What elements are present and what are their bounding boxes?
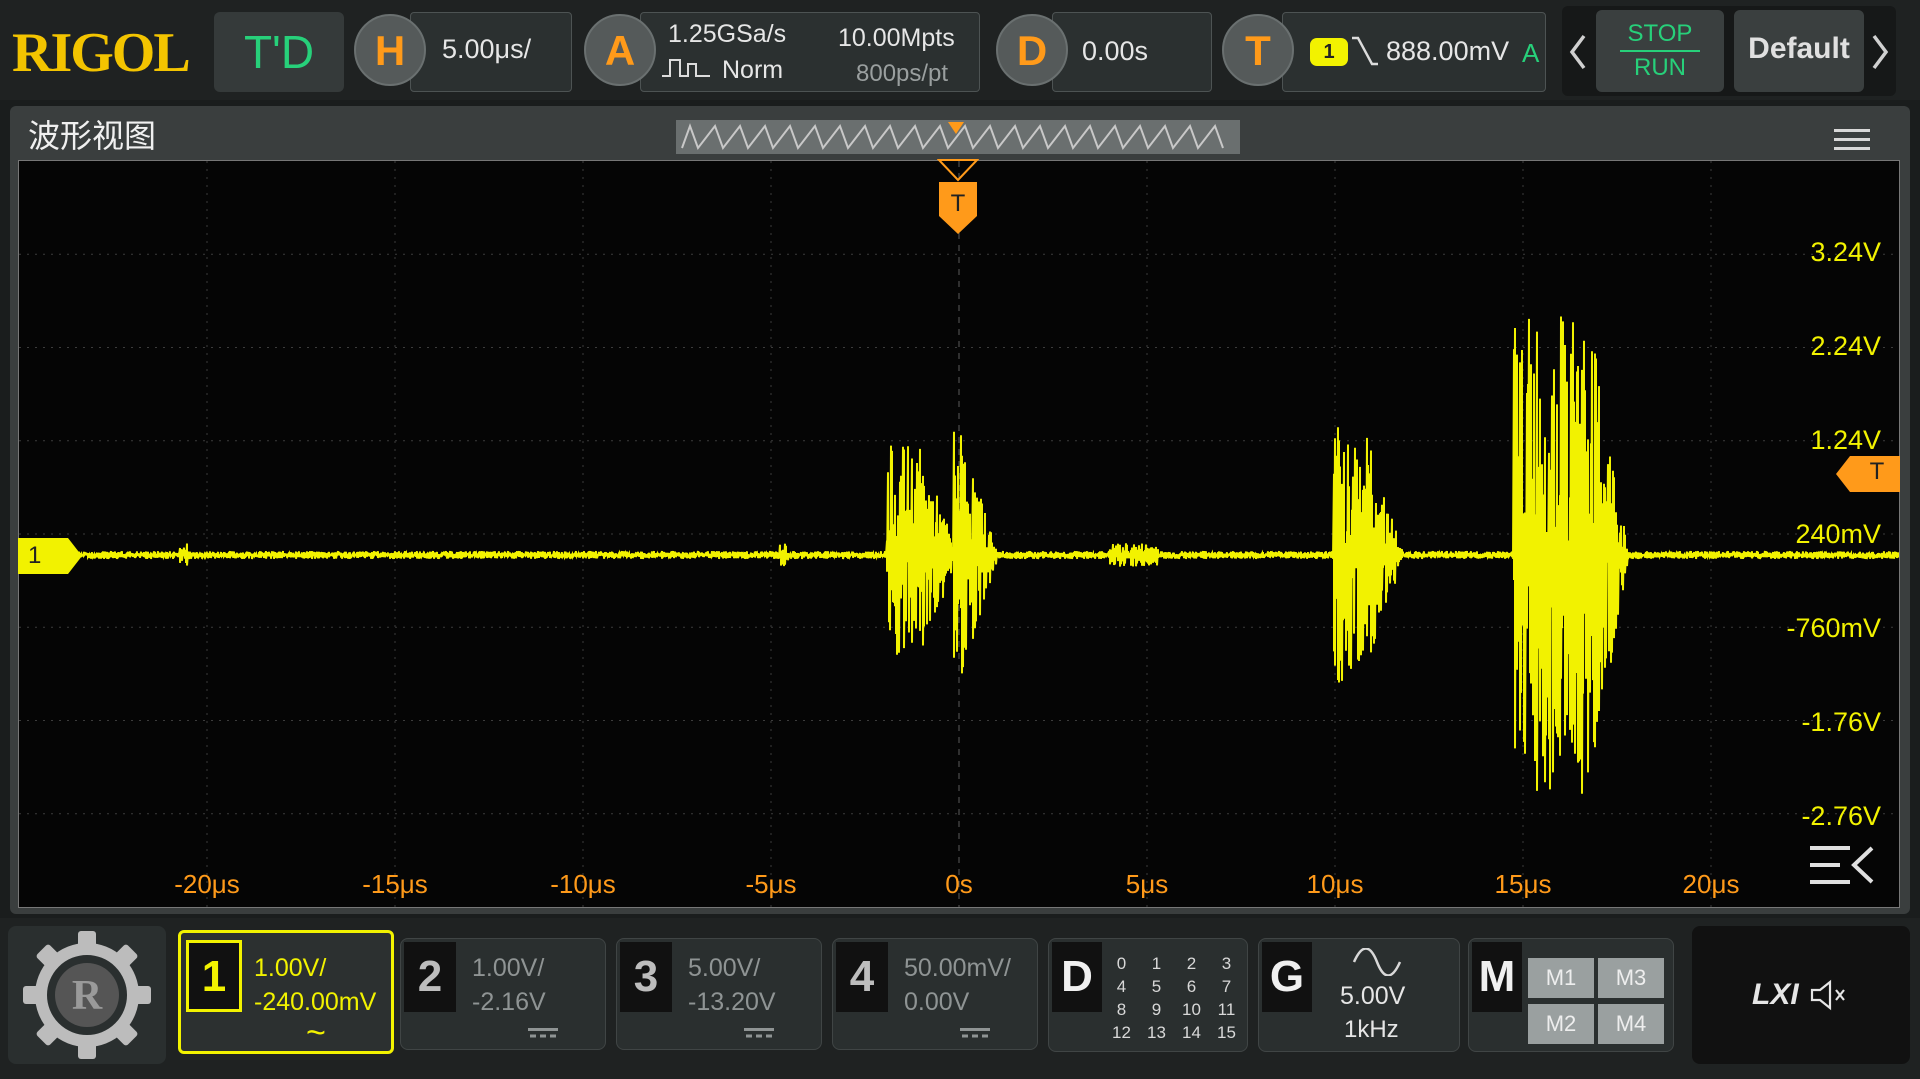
channel-3-scale: 5.00V/ — [688, 954, 761, 982]
run-label: RUN — [1634, 54, 1686, 81]
time-resolution: 800ps/pt — [856, 60, 949, 87]
digital-bit: 15 — [1217, 1023, 1236, 1042]
digital-bit: 8 — [1116, 1000, 1127, 1019]
collapse-menu-icon[interactable] — [1808, 842, 1876, 888]
chevron-left-icon[interactable] — [1566, 32, 1590, 72]
digital-bit: 6 — [1186, 977, 1197, 996]
math-label: M — [1472, 942, 1522, 1012]
digital-bit: 1 — [1151, 954, 1162, 973]
math-m3[interactable]: M3 — [1598, 958, 1664, 998]
dc-coupling-icon — [744, 1028, 774, 1038]
ch1-waveform — [19, 316, 1899, 794]
dc-coupling-icon — [528, 1028, 558, 1038]
generator-amplitude: 5.00V — [1340, 982, 1406, 1010]
acquire-badge: A — [584, 14, 656, 86]
digital-bit: 14 — [1182, 1023, 1201, 1042]
x-tick-label: -15μs — [362, 869, 428, 899]
waveform-view-title: 波形视图 — [28, 118, 157, 154]
menu-icon[interactable] — [1832, 126, 1872, 154]
channel-3-number: 3 — [620, 942, 672, 1012]
channel-2-offset: -2.16V — [472, 988, 546, 1016]
digital-bit-grid: 0 1 2 3 4 5 6 7 8 9 10 11 12 13 14 15 — [1104, 954, 1244, 1050]
math-m1[interactable]: M1 — [1528, 958, 1594, 998]
digital-bit: 11 — [1217, 1000, 1236, 1019]
x-tick-label: 0s — [945, 869, 972, 899]
svg-text:R: R — [72, 973, 103, 1019]
channel-1-scale: 1.00V/ — [254, 954, 327, 982]
math-m4[interactable]: M4 — [1598, 1004, 1664, 1044]
digital-bit: 2 — [1186, 954, 1197, 973]
digital-bit: 9 — [1151, 1000, 1162, 1019]
status-area — [1692, 926, 1910, 1064]
sample-rate: 1.25GSa/s — [668, 20, 787, 48]
digital-bit: 7 — [1221, 977, 1232, 996]
channel-3-offset: -13.20V — [688, 988, 776, 1016]
y-tick-label: 2.24V — [1810, 331, 1881, 361]
ch1-offset-label: 1 — [28, 542, 42, 569]
x-tick-label: 15μs — [1495, 869, 1552, 899]
acquire-mode: Norm — [722, 56, 784, 84]
digital-bit: 12 — [1112, 1023, 1131, 1042]
memory-depth: 10.00Mpts — [838, 24, 955, 52]
dc-coupling-icon — [960, 1028, 990, 1038]
y-tick-label: 240mV — [1795, 519, 1881, 549]
generator-label: G — [1262, 942, 1312, 1012]
x-tick-label: -10μs — [550, 869, 616, 899]
digital-label: D — [1052, 942, 1102, 1012]
default-label: Default — [1748, 32, 1850, 65]
digital-bit: 13 — [1147, 1023, 1166, 1042]
channel-4-scale: 50.00mV/ — [904, 954, 1012, 982]
timebase-value: 5.00μs/ — [442, 34, 532, 64]
channel-1-number: 1 — [186, 940, 242, 1012]
run-mode-label: T'D — [243, 26, 315, 78]
trigger-badge: T — [1222, 14, 1294, 86]
rigol-logo: RIGOL — [12, 22, 191, 84]
generator-frequency: 1kHz — [1344, 1016, 1399, 1043]
x-tick-label: 5μs — [1126, 869, 1168, 899]
y-tick-label: -2.76V — [1801, 801, 1881, 831]
channel-4-number: 4 — [836, 942, 888, 1012]
y-tick-label: -1.76V — [1801, 707, 1881, 737]
delay-value: 0.00s — [1082, 36, 1149, 66]
delay-badge: D — [996, 14, 1068, 86]
trigger-position-label: T — [950, 190, 966, 217]
channel-2-number: 2 — [404, 942, 456, 1012]
trigger-level: 888.00mV — [1386, 36, 1510, 66]
waveform-grid[interactable]: 3.24V 2.24V 1.24V 240mV -760mV -1.76V -2.76V -… — [18, 160, 1900, 908]
stop-label: STOP — [1627, 20, 1693, 47]
channel-1-coupling: ~ — [306, 1014, 326, 1052]
digital-bit: 5 — [1151, 977, 1162, 996]
digital-bit: 4 — [1116, 977, 1127, 996]
trigger-sweep: A — [1522, 38, 1540, 68]
trigger-source: 1 — [1310, 38, 1348, 66]
rising-edge-icon — [1352, 36, 1378, 66]
y-tick-label: 1.24V — [1810, 425, 1881, 455]
channel-2-scale: 1.00V/ — [472, 954, 545, 982]
y-tick-label: -760mV — [1786, 613, 1881, 643]
gear-logo-icon: R — [23, 931, 151, 1059]
trigger-level-label: T — [1869, 458, 1885, 485]
chevron-right-icon[interactable] — [1868, 32, 1892, 72]
x-tick-label: 10μs — [1307, 869, 1364, 899]
digital-bit: 10 — [1182, 1000, 1201, 1019]
channel-4-offset: 0.00V — [904, 988, 970, 1016]
math-m2[interactable]: M2 — [1528, 1004, 1594, 1044]
digital-bit: 3 — [1221, 954, 1232, 973]
channel-1-offset: -240.00mV — [254, 988, 377, 1016]
sine-wave-icon — [1352, 948, 1402, 976]
stop-run-divider — [1620, 50, 1700, 52]
x-tick-label: -20μs — [174, 869, 240, 899]
lxi-icon: LXI — [1752, 978, 1799, 1011]
digital-bit: 0 — [1116, 954, 1127, 973]
speaker-muted-icon[interactable] — [1808, 978, 1848, 1012]
waveform-overview[interactable] — [676, 120, 1240, 154]
x-tick-label: 20μs — [1683, 869, 1740, 899]
y-tick-label: 3.24V — [1810, 237, 1881, 267]
horizontal-badge: H — [354, 14, 426, 86]
acquire-mode-icon — [662, 59, 710, 77]
x-tick-label: -5μs — [745, 869, 796, 899]
